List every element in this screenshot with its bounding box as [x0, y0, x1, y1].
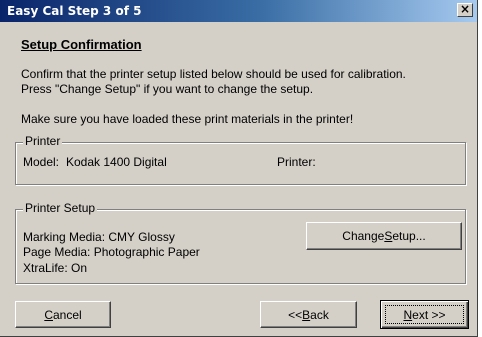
close-icon: × — [459, 2, 471, 16]
xtralife-text: XtraLife: On — [23, 261, 88, 275]
model-value: Kodak 1400 Digital — [66, 155, 167, 169]
window-title: Easy Cal Step 3 of 5 — [7, 4, 142, 18]
page-title: Setup Confirmation — [21, 37, 142, 52]
model-label: Model: — [23, 155, 60, 169]
cancel-button[interactable]: Cancel — [15, 301, 111, 328]
printer-group-label: Printer — [23, 134, 63, 149]
printer-setup-groupbox: Printer Setup Marking Media: CMY Glossy … — [15, 201, 466, 284]
marking-media-text: Marking Media: CMY Glossy — [23, 230, 175, 244]
change-setup-button[interactable]: Change Setup... — [306, 222, 462, 250]
instruction-line-1: Confirm that the printer setup listed be… — [21, 67, 406, 81]
easy-cal-dialog: Easy Cal Step 3 of 5 × Setup Confirmatio… — [0, 0, 478, 337]
printer-label: Printer: — [277, 155, 316, 169]
page-media-text: Page Media: Photographic Paper — [23, 245, 200, 259]
close-button[interactable]: × — [457, 3, 473, 17]
instruction-line-2: Press "Change Setup" if you want to chan… — [21, 82, 314, 96]
next-button[interactable]: Next >> — [380, 300, 469, 329]
title-bar[interactable]: Easy Cal Step 3 of 5 × — [0, 0, 477, 22]
printer-groupbox: Printer Model: Kodak 1400 Digital Printe… — [15, 134, 466, 185]
back-button[interactable]: << Back — [260, 301, 357, 328]
instruction-line-3: Make sure you have loaded these print ma… — [21, 112, 354, 126]
printer-setup-group-label: Printer Setup — [23, 201, 98, 216]
